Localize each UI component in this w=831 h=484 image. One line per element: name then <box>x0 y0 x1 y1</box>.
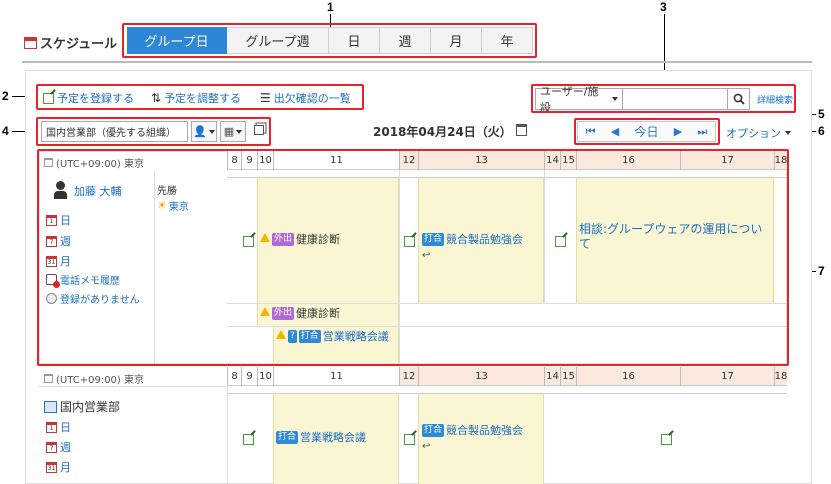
group-week-link[interactable]: 7 週 <box>46 439 71 455</box>
highlight-3 <box>531 84 796 113</box>
add-event-icon[interactable] <box>661 434 672 445</box>
group-month-link[interactable]: 31 月 <box>46 459 71 475</box>
callout-2: 2 <box>2 89 9 103</box>
highlight-1 <box>122 23 537 58</box>
popup-icon[interactable] <box>254 125 264 135</box>
group-day-label: 日 <box>60 421 71 434</box>
org-icon <box>44 400 57 413</box>
block2-col-sep <box>227 386 228 484</box>
timezone-text-2: (UTC+09:00) 東京 <box>56 375 145 386</box>
group-name-item[interactable]: 国内営業部 <box>44 398 120 415</box>
hour-16: 16 <box>576 367 680 386</box>
month-calendar-icon: 31 <box>46 461 57 473</box>
group-week-label: 週 <box>60 441 71 454</box>
hour-9: 9 <box>241 367 257 386</box>
globe-icon <box>44 374 53 383</box>
callout-7: 7 <box>818 264 825 278</box>
meeting-badge: 打合 <box>422 424 445 437</box>
repeat-icon: ↩ <box>422 441 431 452</box>
hour-14: 14 <box>544 367 560 386</box>
group-month-label: 月 <box>60 461 71 474</box>
group-day-link[interactable]: 1 日 <box>46 419 71 435</box>
app-title: スケジュール <box>24 33 117 52</box>
callout-6: 6 <box>818 124 825 138</box>
group-event-study-title: 競合製品勉強会 <box>446 424 524 437</box>
chevron-down-icon <box>785 131 791 135</box>
group-event-study[interactable]: 打合 競合製品勉強会 ↩ <box>422 424 542 454</box>
hour-12: 12 <box>399 367 418 386</box>
callout-1: 1 <box>327 0 334 14</box>
options-label: オプション <box>726 127 781 140</box>
app-title-text: スケジュール <box>40 37 118 52</box>
week-calendar-icon: 7 <box>46 441 57 453</box>
add-event-icon[interactable] <box>404 434 415 445</box>
date-title: 2018年04月24日（火） <box>373 125 512 139</box>
group-event-strategy-title: 営業戦略会議 <box>300 431 367 444</box>
block2-left-sep <box>39 386 227 387</box>
highlight-2 <box>36 84 364 110</box>
group-event-strategy[interactable]: 打合 営業戦略会議 <box>276 431 366 445</box>
callout-4: 4 <box>2 124 9 138</box>
hour-17: 17 <box>680 367 774 386</box>
hour-11: 11 <box>273 367 399 386</box>
callout-3: 3 <box>660 0 667 14</box>
hour-15: 15 <box>560 367 576 386</box>
schedule-icon <box>24 36 37 49</box>
highlight-7 <box>37 149 789 366</box>
callout-5: 5 <box>818 107 825 121</box>
hour-13: 13 <box>418 367 544 386</box>
hour-8: 8 <box>227 367 241 386</box>
group-name: 国内営業部 <box>60 400 121 414</box>
highlight-4 <box>36 117 271 146</box>
tick-row-2 <box>227 386 787 394</box>
add-event-icon[interactable] <box>243 434 254 445</box>
options-menu[interactable]: オプション <box>726 125 791 141</box>
calendar-picker-icon[interactable] <box>516 124 527 136</box>
timezone-label-2: (UTC+09:00) 東京 <box>44 371 144 386</box>
meeting-badge: 打合 <box>276 431 299 444</box>
day-calendar-icon: 1 <box>46 421 57 433</box>
hour-18: 18 <box>774 367 787 386</box>
hour-10: 10 <box>257 367 273 386</box>
header-divider <box>22 61 812 63</box>
highlight-5 <box>574 118 720 145</box>
